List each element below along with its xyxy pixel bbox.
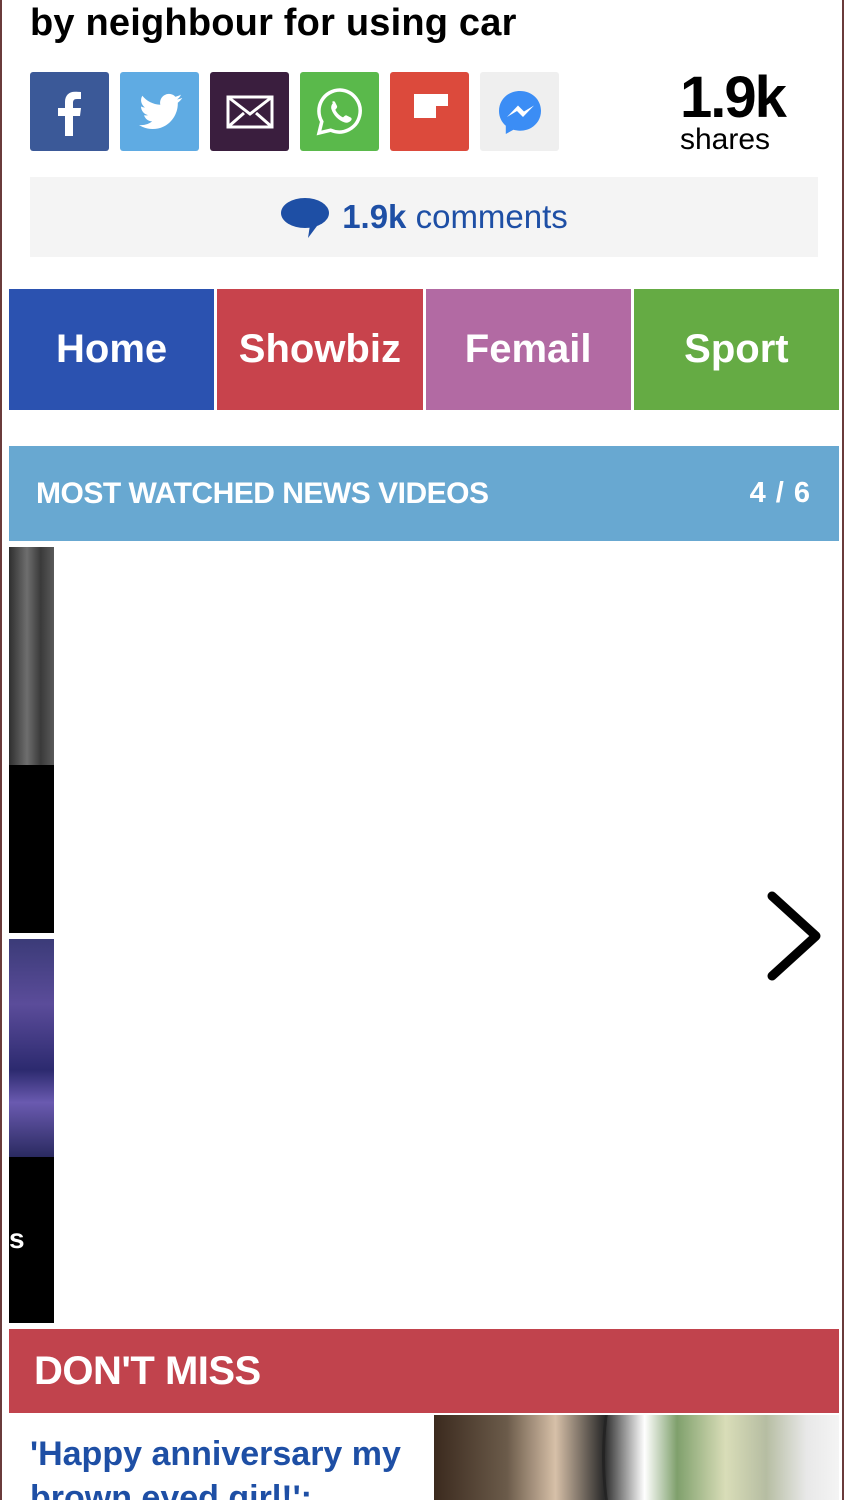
comments-word: comments <box>415 198 568 235</box>
dont-miss-story-image[interactable] <box>434 1415 839 1500</box>
comments-count: 1.9k <box>342 198 407 235</box>
article-headline: by neighbour for using car <box>30 2 517 44</box>
whatsapp-icon <box>316 87 362 135</box>
video-caption-fragment: s <box>9 1223 25 1254</box>
most-watched-header: MOST WATCHED NEWS VIDEOS 4 / 6 <box>9 446 839 541</box>
share-count: 1.9k shares <box>680 65 820 156</box>
share-count-label: shares <box>680 123 771 156</box>
most-watched-counter: 4 / 6 <box>749 477 811 509</box>
video-thumbnail[interactable] <box>9 547 54 765</box>
nav-sport[interactable]: Sport <box>633 289 839 410</box>
video-carousel[interactable]: s <box>9 547 54 1323</box>
dont-miss-story-link[interactable]: 'Happy anniversary my brown eyed girl!': <box>30 1432 410 1500</box>
dont-miss-title: DON'T MISS <box>34 1348 261 1393</box>
whatsapp-share-button[interactable] <box>300 72 379 151</box>
facebook-icon <box>57 91 81 136</box>
facebook-share-button[interactable] <box>30 72 109 151</box>
twitter-icon <box>138 93 182 129</box>
messenger-share-button[interactable] <box>480 72 559 151</box>
share-count-value: 1.9k <box>680 65 787 130</box>
messenger-icon <box>498 90 541 134</box>
video-caption-panel[interactable] <box>9 765 54 933</box>
email-share-button[interactable] <box>210 72 289 151</box>
share-buttons <box>30 72 559 151</box>
most-watched-title: MOST WATCHED NEWS VIDEOS <box>36 476 489 510</box>
speech-bubble-icon <box>281 198 330 238</box>
carousel-next-button[interactable] <box>762 890 824 982</box>
twitter-share-button[interactable] <box>120 72 199 151</box>
channel-nav: Home Showbiz Femail Sport <box>9 289 839 410</box>
image-frame-decoration <box>602 1415 666 1500</box>
flipboard-icon <box>413 93 448 118</box>
nav-femail[interactable]: Femail <box>425 289 631 410</box>
comments-label: 1.9k comments <box>342 198 568 236</box>
dont-miss-header: DON'T MISS <box>9 1329 839 1413</box>
video-caption-panel[interactable]: s <box>9 1157 54 1323</box>
nav-home[interactable]: Home <box>9 289 215 410</box>
envelope-icon <box>226 95 273 128</box>
nav-showbiz[interactable]: Showbiz <box>217 289 423 410</box>
flipboard-share-button[interactable] <box>390 72 469 151</box>
chevron-right-icon <box>767 891 821 981</box>
comments-button[interactable]: 1.9k comments <box>30 177 818 257</box>
video-thumbnail[interactable] <box>9 939 54 1157</box>
